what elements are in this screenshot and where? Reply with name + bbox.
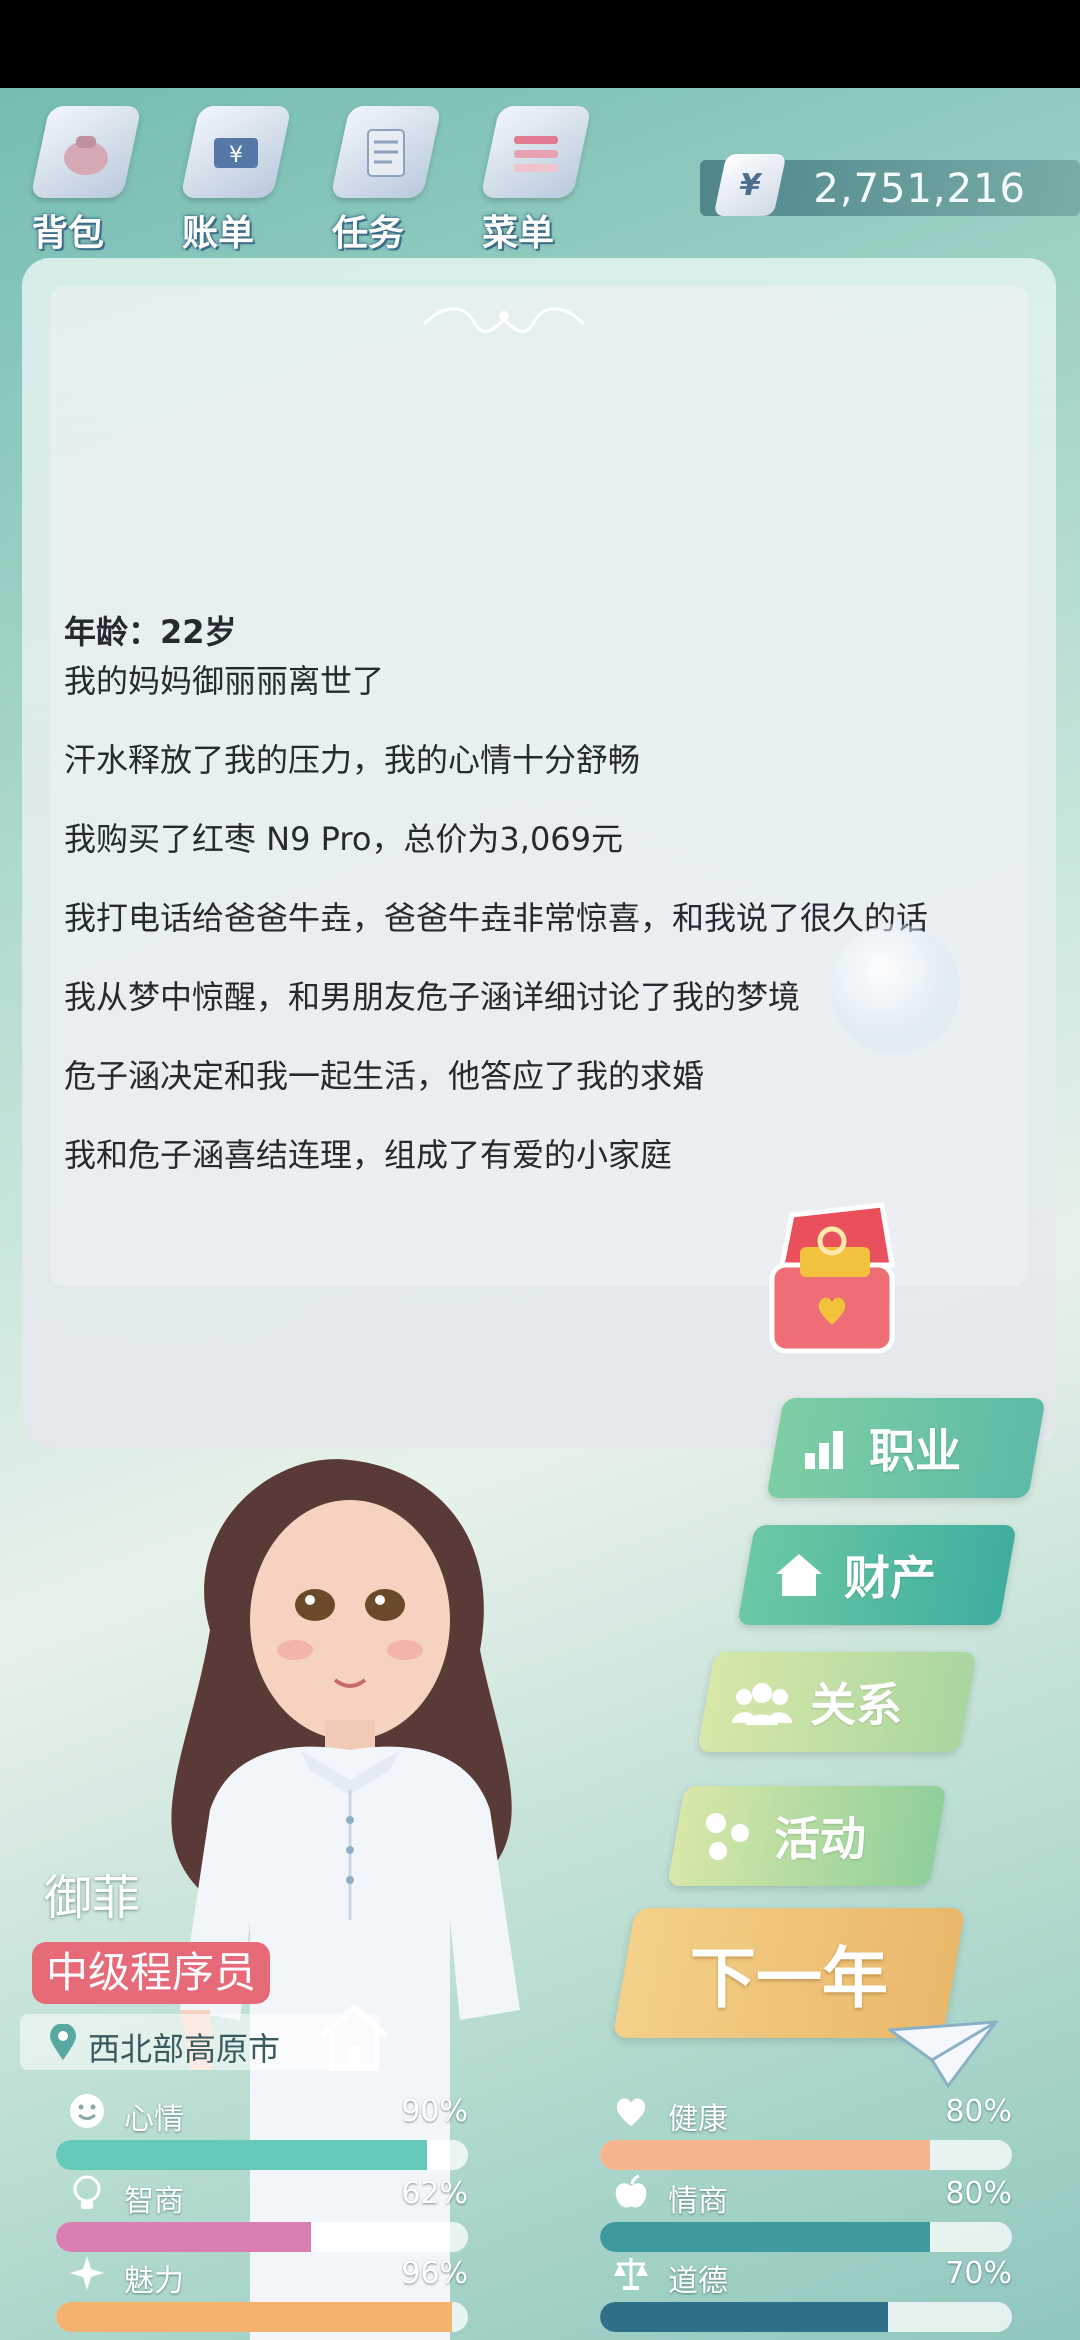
stat-bar xyxy=(600,2222,1012,2252)
menu-button[interactable]: 菜单 xyxy=(472,106,592,256)
location-text: 西北部高原市 xyxy=(88,2030,281,2068)
stat-bar xyxy=(600,2302,1012,2332)
relations-button[interactable]: 关系 xyxy=(697,1652,977,1752)
log-entry: 汗水释放了我的压力，我的心情十分舒畅 xyxy=(64,741,641,779)
top-bar: 背包 ¥ 账单 任务 菜单 ¥ 2,751,216 xyxy=(0,88,1080,258)
sparkle-icon xyxy=(70,2256,104,2290)
stat-value: 96% xyxy=(401,2256,468,2291)
stat-bar-fill xyxy=(600,2222,930,2252)
stat-bar-fill xyxy=(56,2140,427,2170)
stat-value: 90% xyxy=(401,2094,468,2129)
butterfly-bubble-icon xyxy=(830,924,960,1054)
money-value: 2,751,216 xyxy=(813,166,1026,212)
stat-mood: 心情 90% xyxy=(28,2090,468,2170)
relations-label: 关系 xyxy=(810,1678,902,1732)
activities-button[interactable]: 活动 xyxy=(667,1786,947,1886)
assets-label: 财产 xyxy=(844,1551,936,1605)
stat-iq: 智商 62% xyxy=(28,2172,468,2252)
flourish-ornament xyxy=(422,307,586,333)
menu-icon xyxy=(480,106,592,198)
house-icon xyxy=(776,1554,822,1596)
ring-box-icon xyxy=(769,1202,895,1354)
log-entry: 我购买了红枣 N9 Pro，总价为3,069元 xyxy=(64,820,624,858)
next-year-label: 下一年 xyxy=(690,1940,888,2017)
apple-icon xyxy=(615,2174,647,2208)
chart-icon xyxy=(805,1431,843,1469)
stat-bar-fill xyxy=(600,2302,889,2332)
life-log-text: 年龄：22岁 我的妈妈御丽丽离世了 汗水释放了我的压力，我的心情十分舒畅 我购买… xyxy=(64,608,1004,1180)
stat-bar xyxy=(56,2302,468,2332)
stat-value: 62% xyxy=(401,2176,468,2211)
stat-value: 80% xyxy=(945,2094,1012,2129)
next-year-button[interactable]: 下一年 xyxy=(612,1908,966,2038)
menu-label: 菜单 xyxy=(482,213,555,254)
stat-name: 道德 xyxy=(668,2264,728,2299)
log-entry: 危子涵决定和我一起生活，他答应了我的求婚 xyxy=(64,1057,705,1095)
log-entry: 我的妈妈御丽丽离世了 xyxy=(64,662,385,700)
stat-bar xyxy=(56,2222,468,2252)
task-icon xyxy=(330,106,442,198)
location-pin-icon xyxy=(50,2024,76,2060)
age-label: 年龄：22岁 xyxy=(64,613,237,651)
bill-button[interactable]: ¥ 账单 xyxy=(172,106,292,256)
stat-morality: 道德 70% xyxy=(572,2252,1012,2332)
activity-dots-icon xyxy=(706,1813,749,1860)
stat-bar xyxy=(56,2140,468,2170)
career-button[interactable]: 职业 xyxy=(766,1398,1046,1498)
yen-icon: ¥ xyxy=(713,154,787,216)
stat-name: 心情 xyxy=(124,2102,184,2137)
people-icon xyxy=(732,1683,792,1725)
stat-charm: 魅力 96% xyxy=(28,2252,468,2332)
career-label: 职业 xyxy=(869,1424,961,1478)
stat-name: 魅力 xyxy=(124,2264,184,2299)
home-icon[interactable] xyxy=(318,2002,390,2072)
assets-button[interactable]: 财产 xyxy=(737,1525,1017,1625)
stat-name: 健康 xyxy=(668,2102,728,2137)
stat-health: 健康 80% xyxy=(572,2090,1012,2170)
stat-bar-fill xyxy=(600,2140,930,2170)
backpack-label: 背包 xyxy=(32,213,105,254)
paper-plane-icon xyxy=(888,2020,998,2089)
stat-bar-fill xyxy=(56,2222,312,2252)
task-button[interactable]: 任务 xyxy=(322,106,442,256)
stat-name: 情商 xyxy=(668,2184,728,2219)
stats-panel: 心情 90% 健康 80% 智商 62% 情商 80% 魅力 96% 道德 70… xyxy=(28,2090,1068,2340)
character-name: 御菲 xyxy=(44,1870,141,1926)
stat-value: 70% xyxy=(945,2256,1012,2291)
log-entry: 我和危子涵喜结连理，组成了有爱的小家庭 xyxy=(64,1136,673,1174)
scales-icon xyxy=(614,2258,648,2290)
smile-icon xyxy=(70,2094,104,2128)
heart-icon xyxy=(616,2098,646,2126)
bill-label: 账单 xyxy=(182,213,255,254)
stat-bar xyxy=(600,2140,1012,2170)
svg-text:¥: ¥ xyxy=(229,143,243,168)
status-bar xyxy=(0,0,1080,88)
task-label: 任务 xyxy=(332,213,405,254)
bill-icon: ¥ xyxy=(180,106,292,198)
stat-eq: 情商 80% xyxy=(572,2172,1012,2252)
lightbulb-icon xyxy=(73,2175,101,2209)
activities-label: 活动 xyxy=(774,1812,866,1866)
backpack-button[interactable]: 背包 xyxy=(22,106,142,256)
stat-name: 智商 xyxy=(124,2184,184,2219)
job-badge: 中级程序员 xyxy=(32,1942,271,2004)
stat-value: 80% xyxy=(945,2176,1012,2211)
backpack-icon xyxy=(30,106,142,198)
stat-bar-fill xyxy=(56,2302,452,2332)
money-display: ¥ 2,751,216 xyxy=(700,154,1080,216)
